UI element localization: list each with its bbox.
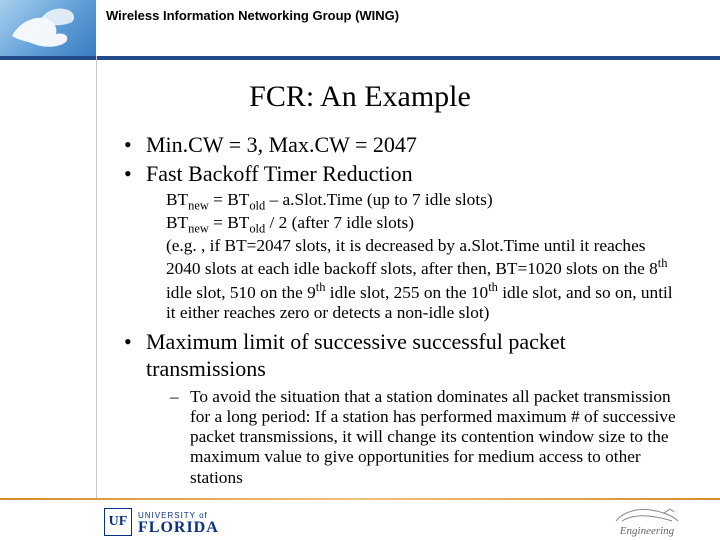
uf-logo: UF UNIVERSITY of FLORIDA bbox=[104, 508, 219, 536]
bullet-mincw: Min.CW = 3, Max.CW = 2047 bbox=[120, 132, 680, 159]
header-strip: Wireless Information Networking Group (W… bbox=[0, 0, 720, 56]
dash-explanation: To avoid the situation that a station do… bbox=[120, 387, 680, 488]
uf-mark-icon: UF bbox=[104, 508, 132, 536]
bullet-fbtr: Fast Backoff Timer Reduction bbox=[120, 161, 680, 188]
side-divider bbox=[96, 56, 97, 498]
footer-divider bbox=[0, 498, 720, 500]
bullet-maxlimit: Maximum limit of successive successful p… bbox=[120, 329, 680, 383]
uf-big-text: FLORIDA bbox=[138, 520, 219, 536]
slide-title: FCR: An Example bbox=[0, 80, 720, 114]
example-paragraph: (e.g. , if BT=2047 slots, it is decrease… bbox=[166, 236, 680, 323]
dove-icon bbox=[4, 2, 92, 54]
engineering-logo: Engineering bbox=[592, 501, 702, 537]
fbtr-details: BTnew = BTold – a.Slot.Time (up to 7 idl… bbox=[120, 190, 680, 323]
dove-image bbox=[0, 0, 96, 56]
formula-line-2: BTnew = BTold / 2 (after 7 idle slots) bbox=[166, 213, 680, 236]
formula-line-1: BTnew = BTold – a.Slot.Time (up to 7 idl… bbox=[166, 190, 680, 213]
engineering-label: Engineering bbox=[620, 525, 674, 537]
header-divider bbox=[0, 56, 720, 60]
footer: UF UNIVERSITY of FLORIDA Engineering bbox=[0, 498, 720, 540]
slide: Wireless Information Networking Group (W… bbox=[0, 0, 720, 540]
header-group-name: Wireless Information Networking Group (W… bbox=[96, 0, 399, 23]
gator-icon bbox=[612, 501, 682, 527]
content-area: Min.CW = 3, Max.CW = 2047 Fast Backoff T… bbox=[120, 132, 680, 488]
uf-wordmark: UNIVERSITY of FLORIDA bbox=[138, 512, 219, 536]
